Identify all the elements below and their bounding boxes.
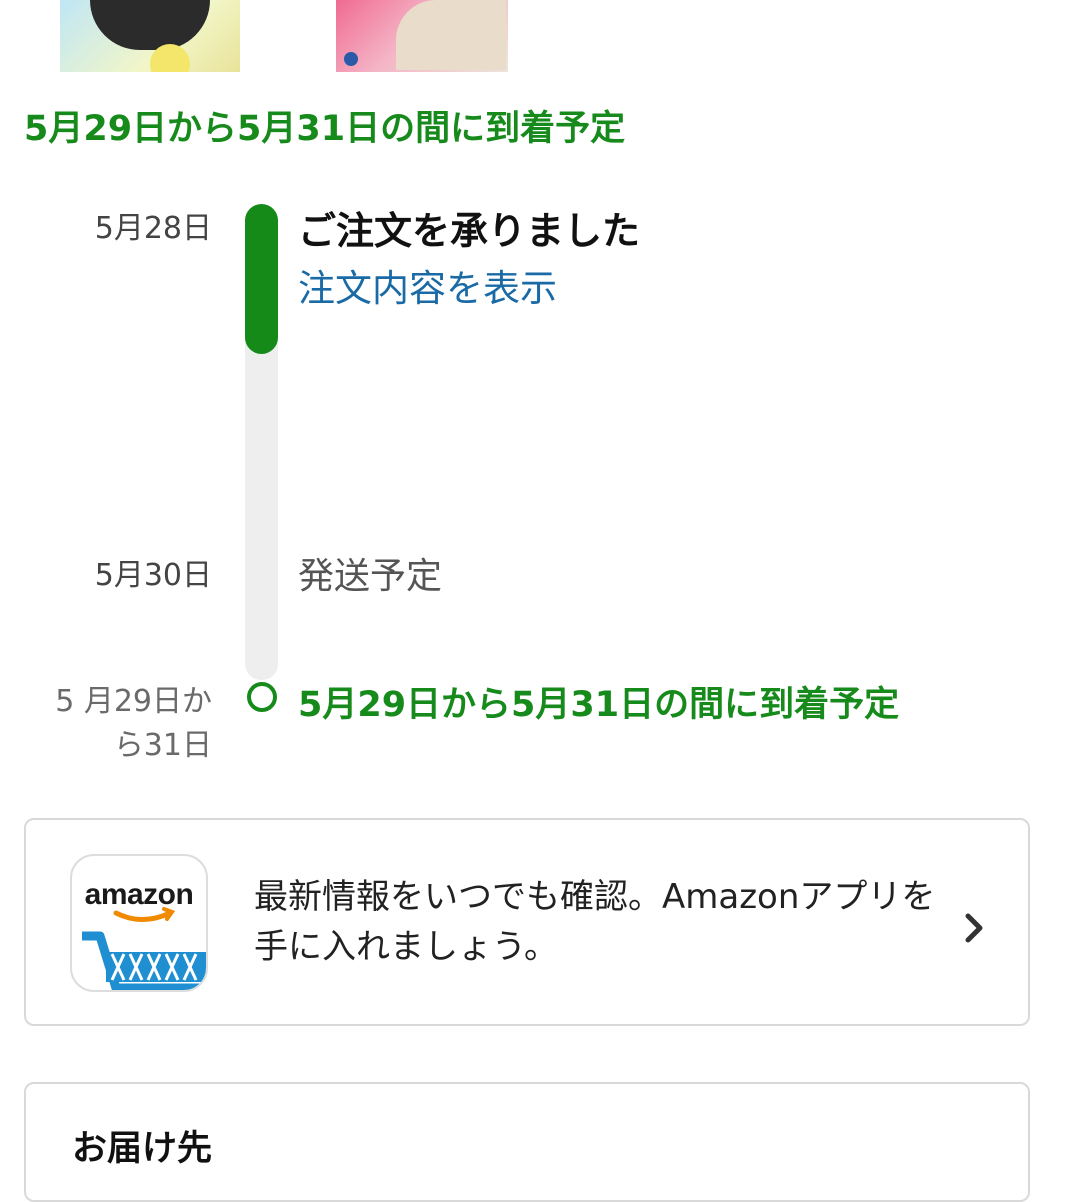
app-promo-text: 最新情報をいつでも確認。Amazonアプリを手に入れましょう。: [254, 877, 936, 967]
timeline-step-shipping: 発送予定: [298, 556, 443, 597]
timeline-date-arrival-line: ら31日: [113, 728, 212, 763]
delivery-address-title: お届け先: [72, 1129, 213, 1169]
thumbnail-figure: [90, 0, 210, 50]
product-thumbnail-2[interactable]: [336, 0, 508, 72]
thumbnail-figure: [396, 0, 506, 70]
timeline-step-ordered: ご注文を承りました: [298, 209, 641, 253]
view-order-details-link[interactable]: 注文内容を表示: [298, 258, 557, 312]
amazon-cart-icon: [82, 907, 206, 990]
delivery-estimate-headline: 5月29日から5月31日の間に到着予定: [24, 109, 626, 149]
timeline-date-arrival: 5 月29日から31日: [0, 680, 212, 768]
delivery-address-card: お届け先: [24, 1082, 1030, 1202]
thumbnail-star: [150, 44, 190, 72]
timeline-date-arrival-line: 5 月29日か: [55, 684, 212, 719]
timeline-date-shipping: 5月30日: [94, 558, 212, 593]
product-thumbnail-1[interactable]: [60, 0, 240, 72]
timeline-progress-fill: [245, 204, 278, 354]
amazon-app-icon: amazon: [70, 854, 208, 992]
amazon-app-promo-card[interactable]: amazon 最新情報をいつでも確認。Amazonアプリを手に入れましょう。: [24, 818, 1030, 1026]
chevron-right-icon: [965, 913, 983, 943]
timeline-arrival-dot: [247, 682, 277, 712]
thumbnail-badge: [344, 52, 358, 66]
timeline-step-arrival: 5月29日から5月31日の間に到着予定: [298, 685, 900, 725]
timeline-date-ordered: 5月28日: [94, 211, 212, 246]
